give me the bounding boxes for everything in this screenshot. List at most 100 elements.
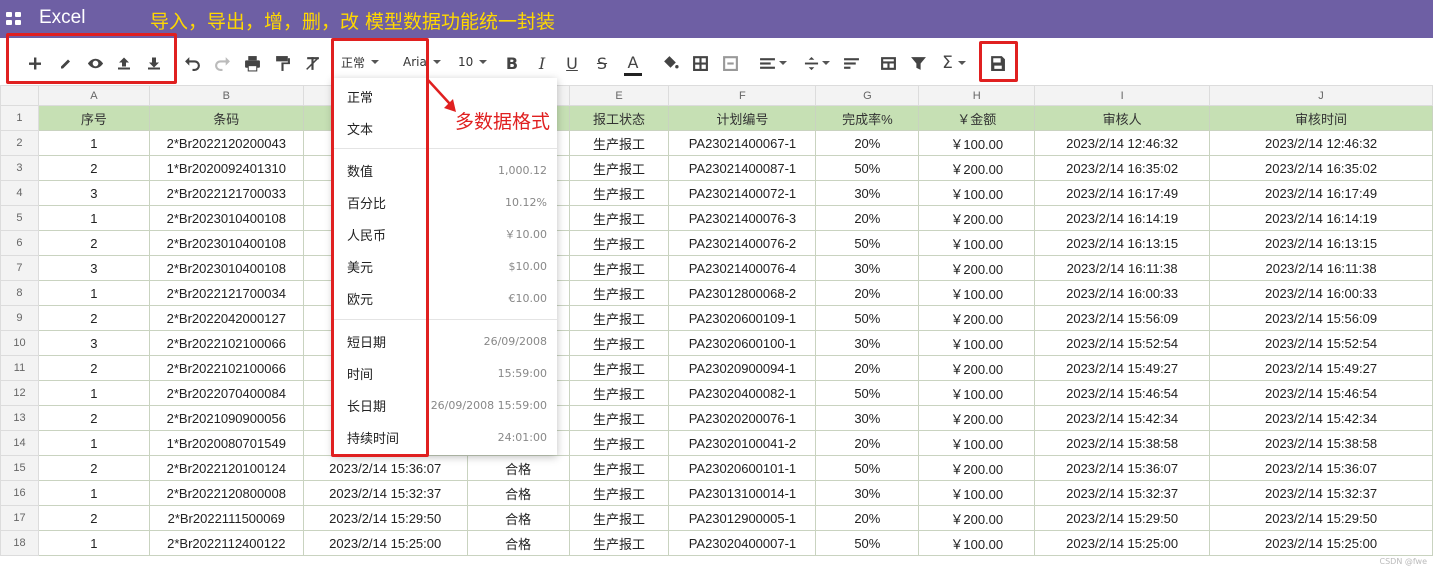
table-cell[interactable]: 生产报工	[568, 255, 670, 281]
filter-icon[interactable]	[909, 52, 927, 74]
table-cell[interactable]: 3	[37, 180, 150, 206]
paint-format-icon[interactable]	[273, 52, 291, 74]
table-cell[interactable]: 计划编号	[668, 105, 817, 131]
table-cell[interactable]: 2*Br2021090900056	[148, 405, 304, 431]
table-cell[interactable]: 2023/2/14 16:11:38	[1034, 255, 1211, 281]
row-number[interactable]: 9	[0, 305, 39, 331]
table-cell[interactable]: PA23020600101-1	[668, 455, 817, 481]
table-cell[interactable]: 2*Br2022042000127	[148, 305, 304, 331]
table-cell[interactable]: PA23021400067-1	[668, 130, 817, 156]
table-cell[interactable]: 合格	[466, 530, 570, 556]
table-cell[interactable]: 生产报工	[568, 230, 670, 256]
table-cell[interactable]: 2*Br2022102100066	[148, 355, 304, 381]
table-cell[interactable]: 1	[37, 530, 150, 556]
table-cell[interactable]: 2023/2/14 15:38:58	[1034, 430, 1211, 456]
table-cell[interactable]: 生产报工	[568, 130, 670, 156]
table-cell[interactable]: 2023/2/14 15:32:37	[1209, 480, 1433, 506]
column-header-a[interactable]: A	[37, 85, 150, 106]
table-cell[interactable]: ￥200.00	[918, 155, 1036, 181]
row-number[interactable]: 1	[0, 105, 39, 131]
row-number[interactable]: 10	[0, 330, 39, 356]
table-cell[interactable]: 生产报工	[568, 480, 670, 506]
table-cell[interactable]: PA23020600109-1	[668, 305, 817, 331]
column-header-h[interactable]: H	[918, 85, 1036, 106]
table-cell[interactable]: 2023/2/14 15:38:58	[1209, 430, 1433, 456]
table-cell[interactable]: 报工状态	[568, 105, 670, 131]
table-cell[interactable]: 2*Br2022121700033	[148, 180, 304, 206]
number-format-dropdown[interactable]: 正常	[341, 50, 387, 74]
table-cell[interactable]: 2023/2/14 16:00:33	[1034, 280, 1211, 306]
table-cell[interactable]: ￥200.00	[918, 355, 1036, 381]
table-cell[interactable]: 3	[37, 255, 150, 281]
format-option[interactable]: 欧元 €10.00	[333, 284, 557, 312]
table-cell[interactable]: 2*Br2022070400084	[148, 380, 304, 406]
table-cell[interactable]: 2023/2/14 15:25:00	[1034, 530, 1211, 556]
italic-icon[interactable]: I	[534, 52, 550, 74]
row-number[interactable]: 8	[0, 280, 39, 306]
table-cell[interactable]: ￥金额	[918, 105, 1036, 131]
table-cell[interactable]: 2023/2/14 16:35:02	[1209, 155, 1433, 181]
table-cell[interactable]: 2023/2/14 16:14:19	[1209, 205, 1433, 231]
row-number[interactable]: 16	[0, 480, 39, 506]
table-cell[interactable]: PA23020400082-1	[668, 380, 817, 406]
table-cell[interactable]: PA23012900005-1	[668, 505, 817, 531]
table-cell[interactable]: ￥200.00	[918, 205, 1036, 231]
table-cell[interactable]: 2*Br2022120800008	[148, 480, 304, 506]
table-cell[interactable]: 1	[37, 380, 150, 406]
table-cell[interactable]: 生产报工	[568, 530, 670, 556]
row-number[interactable]: 17	[0, 505, 39, 531]
table-cell[interactable]: 2	[37, 455, 150, 481]
table-cell[interactable]: 20%	[815, 355, 920, 381]
text-color-icon[interactable]: A	[624, 52, 642, 76]
freeze-icon[interactable]	[879, 52, 897, 74]
merge-cells-icon[interactable]	[721, 52, 739, 74]
table-cell[interactable]: PA23021400076-4	[668, 255, 817, 281]
table-cell[interactable]: ￥100.00	[918, 430, 1036, 456]
table-cell[interactable]: 30%	[815, 180, 920, 206]
table-cell[interactable]: 2*Br2023010400108	[148, 230, 304, 256]
table-cell[interactable]: 30%	[815, 255, 920, 281]
table-cell[interactable]: 20%	[815, 130, 920, 156]
table-cell[interactable]: ￥100.00	[918, 280, 1036, 306]
table-cell[interactable]: 20%	[815, 430, 920, 456]
table-cell[interactable]: 50%	[815, 230, 920, 256]
table-cell[interactable]: ￥100.00	[918, 180, 1036, 206]
table-cell[interactable]: 2023/2/14 15:36:07	[1209, 455, 1433, 481]
row-number[interactable]: 11	[0, 355, 39, 381]
underline-icon[interactable]: U	[564, 52, 580, 74]
borders-icon[interactable]	[691, 52, 709, 74]
table-cell[interactable]: 2023/2/14 15:42:34	[1209, 405, 1433, 431]
eye-icon[interactable]	[86, 52, 104, 74]
column-header-j[interactable]: J	[1209, 85, 1433, 106]
table-cell[interactable]: 2023/2/14 16:17:49	[1034, 180, 1211, 206]
table-cell[interactable]: 生产报工	[568, 205, 670, 231]
table-cell[interactable]: 2023/2/14 15:52:54	[1034, 330, 1211, 356]
download-icon[interactable]	[146, 52, 162, 74]
table-cell[interactable]: 审核时间	[1209, 105, 1433, 131]
table-cell[interactable]: 2023/2/14 15:36:07	[302, 455, 468, 481]
upload-icon[interactable]	[116, 52, 132, 74]
column-header-f[interactable]: F	[668, 85, 817, 106]
table-cell[interactable]: 20%	[815, 505, 920, 531]
table-cell[interactable]: 生产报工	[568, 380, 670, 406]
format-option[interactable]: 长日期 26/09/2008 15:59:00	[333, 391, 557, 419]
table-cell[interactable]: 30%	[815, 330, 920, 356]
table-cell[interactable]: 序号	[37, 105, 150, 131]
row-number[interactable]: 15	[0, 455, 39, 481]
print-icon[interactable]	[243, 52, 261, 74]
align-vertical-icon[interactable]	[804, 52, 830, 74]
table-cell[interactable]: 2	[37, 155, 150, 181]
table-cell[interactable]: 2023/2/14 16:14:19	[1034, 205, 1211, 231]
column-header-g[interactable]: G	[815, 85, 920, 106]
format-option[interactable]: 短日期 26/09/2008	[333, 327, 557, 355]
fill-color-icon[interactable]	[661, 52, 679, 74]
table-cell[interactable]: 2023/2/14 16:13:15	[1209, 230, 1433, 256]
table-cell[interactable]: 50%	[815, 155, 920, 181]
table-cell[interactable]: 2023/2/14 16:17:49	[1209, 180, 1433, 206]
table-cell[interactable]: 2	[37, 305, 150, 331]
corner-cell[interactable]	[0, 85, 39, 106]
text-wrap-icon[interactable]	[842, 52, 860, 74]
font-family-dropdown[interactable]: Aria	[403, 50, 445, 74]
table-cell[interactable]: 50%	[815, 455, 920, 481]
table-cell[interactable]: 1	[37, 480, 150, 506]
